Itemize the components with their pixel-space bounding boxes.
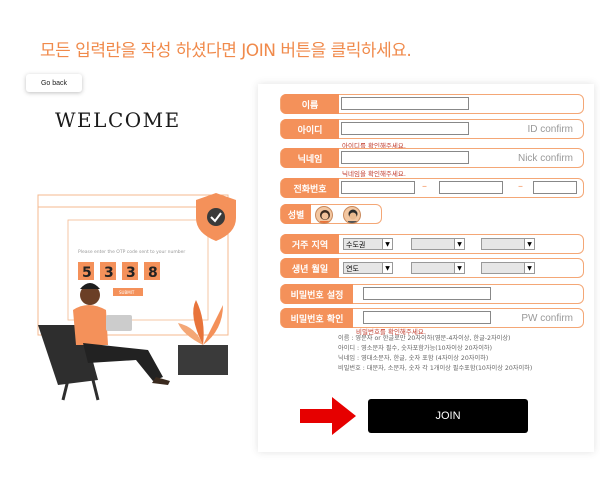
name-label: 이름 [281, 94, 339, 114]
chevron-down-icon: ▼ [382, 263, 392, 273]
nickname-confirm-button[interactable]: Nick confirm [518, 151, 573, 165]
plant-icon [178, 300, 228, 375]
phone-separator: – [518, 181, 523, 192]
illustration: Please enter the OTP code sent to your n… [37, 193, 236, 401]
join-button[interactable]: JOIN [368, 399, 528, 433]
rule-line: 이름 : 영문자 or 한글로만 20자이하(영문-4자이상, 한글-2자이상) [338, 335, 511, 342]
birth-label: 생년 월일 [281, 258, 339, 278]
shield-icon [196, 193, 236, 241]
female-avatar-icon [320, 210, 330, 223]
region-select-1[interactable]: 수도권 ▼ [343, 238, 393, 250]
phone-input-1[interactable] [341, 181, 415, 194]
gender-label: 성별 [281, 204, 311, 224]
region-select-3[interactable]: ▼ [481, 238, 535, 250]
rule-line: 닉네임 : 영대소문자, 한글, 숫자 포함 (4자이상 20자이하) [338, 355, 489, 362]
chevron-down-icon: ▼ [454, 263, 464, 273]
rule-line: 아이디 : 영소문자 필수, 숫자포함가능(10자이상 20자이하) [338, 345, 493, 352]
input-rules: 이름 : 영문자 or 한글로만 20자이하(영문-4자이상, 한글-2자이상)… [338, 334, 532, 374]
id-input[interactable] [341, 122, 469, 135]
chevron-down-icon: ▼ [524, 239, 534, 249]
nickname-row: 닉네임 Nick confirm [280, 148, 584, 168]
submit-mock-label: SUBMIT [119, 290, 135, 295]
id-confirm-button[interactable]: ID confirm [527, 122, 573, 136]
nickname-input[interactable] [341, 151, 469, 164]
password-confirm-row: 비밀번호 확인 PW confirm [280, 308, 584, 328]
otp-digit: 5 [82, 265, 92, 281]
go-back-button[interactable]: Go back [26, 74, 82, 92]
female-avatar-option[interactable] [315, 206, 333, 224]
rule-line: 비밀번호 : 대문자, 소문자, 숫자 각 1개이상 필수포함(10자이상 20… [338, 365, 533, 372]
password-confirm-button[interactable]: PW confirm [521, 311, 573, 325]
phone-separator: – [422, 181, 427, 192]
otp-digit: 3 [104, 265, 114, 281]
birth-day-select[interactable]: ▼ [481, 262, 535, 274]
birth-year-select[interactable]: 연도 ▼ [343, 262, 393, 274]
otp-digit: 3 [126, 265, 136, 281]
otp-instruction-text: Please enter the OTP code sent to your n… [78, 249, 185, 255]
welcome-title: WELCOME [55, 108, 181, 132]
password-confirm-label: 비밀번호 확인 [281, 308, 353, 328]
phone-row: 전화번호 – – [280, 178, 584, 198]
password-input[interactable] [363, 287, 491, 300]
id-label: 아이디 [281, 119, 339, 139]
region-select-1-value: 수도권 [346, 241, 366, 249]
region-row: 거주 지역 수도권 ▼ ▼ ▼ [280, 234, 584, 254]
nickname-hint: 닉네임을 확인해주세요. [342, 170, 406, 178]
chevron-down-icon: ▼ [382, 239, 392, 249]
id-row: 아이디 ID confirm [280, 119, 584, 139]
chevron-down-icon: ▼ [454, 239, 464, 249]
chevron-down-icon: ▼ [524, 263, 534, 273]
name-input[interactable] [341, 97, 469, 110]
birth-row: 생년 월일 연도 ▼ ▼ ▼ [280, 258, 584, 278]
password-row: 비밀번호 설정 [280, 284, 584, 304]
region-select-2[interactable]: ▼ [411, 238, 465, 250]
male-avatar-icon [348, 209, 358, 223]
name-row: 이름 [280, 94, 584, 114]
gender-row: 성별 [280, 204, 382, 224]
birth-year-value: 연도 [346, 265, 359, 273]
otp-digit: 8 [148, 265, 158, 281]
phone-input-3[interactable] [533, 181, 577, 194]
nickname-label: 닉네임 [281, 148, 339, 168]
password-label: 비밀번호 설정 [281, 284, 353, 304]
arrow-right-icon [300, 397, 356, 435]
male-avatar-option[interactable] [343, 206, 361, 224]
instruction-text: 모든 입력란을 작성 하셨다면 JOIN 버튼을 클릭하세요. [40, 41, 412, 61]
password-confirm-input[interactable] [363, 311, 491, 324]
region-label: 거주 지역 [281, 234, 339, 254]
person-illustration [38, 283, 170, 401]
phone-label: 전화번호 [281, 178, 339, 198]
phone-input-2[interactable] [439, 181, 503, 194]
birth-month-select[interactable]: ▼ [411, 262, 465, 274]
